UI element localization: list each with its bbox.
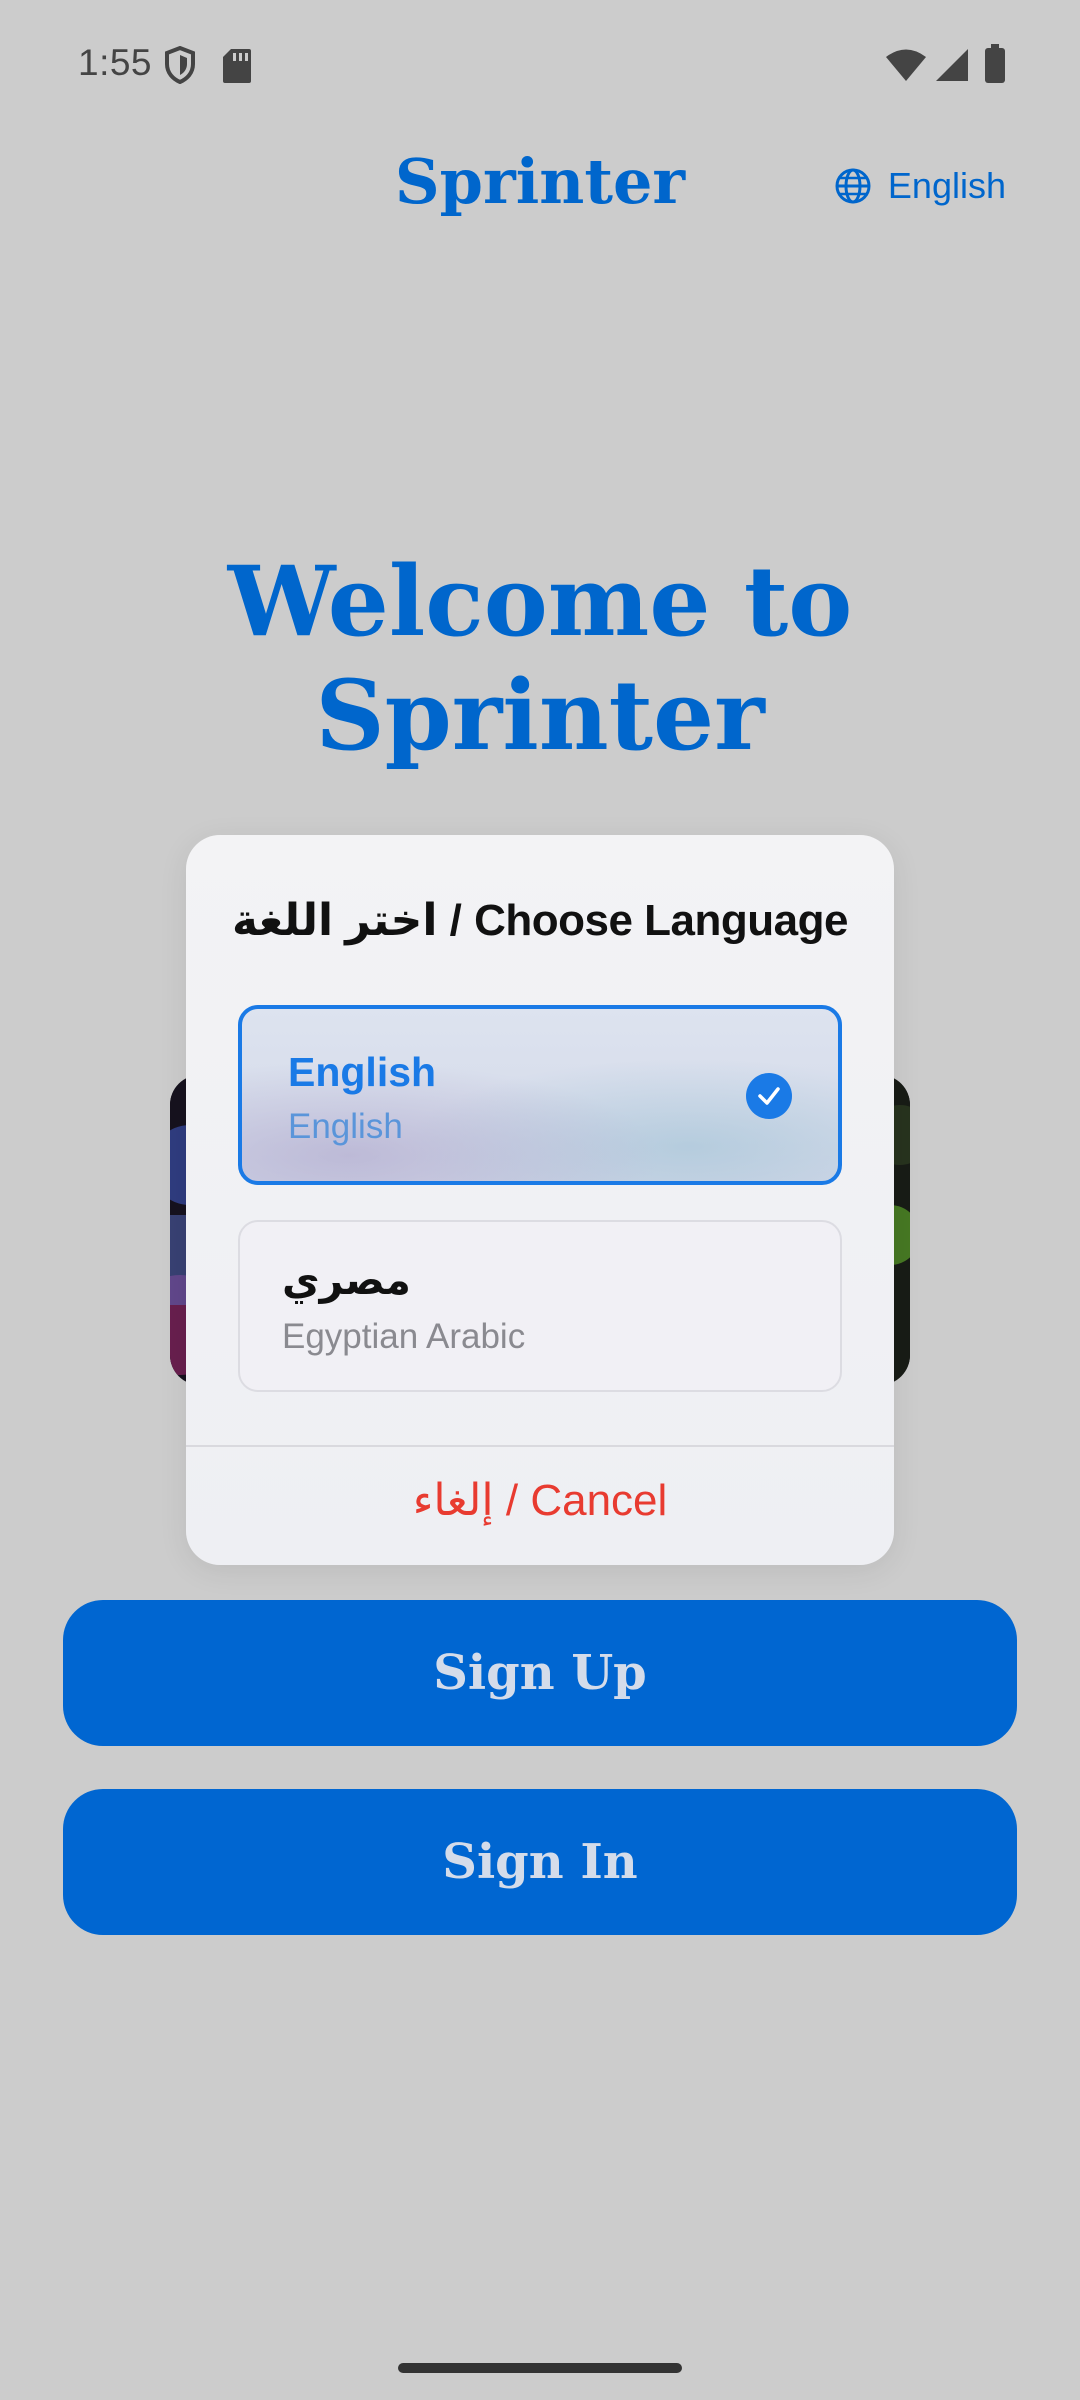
wifi-icon [886,49,926,81]
sign-up-button[interactable]: Sign Up [63,1600,1017,1746]
option-sublabel: Egyptian Arabic [282,1317,526,1356]
signal-icon [936,49,968,81]
welcome-heading: Welcome to Sprinter [0,545,1080,773]
checkmark-icon [746,1073,792,1119]
sd-card-icon [223,49,251,83]
cancel-button[interactable]: إلغاء / Cancel [186,1475,894,1526]
language-switch-button[interactable]: English [834,165,1006,207]
option-sublabel: English [288,1107,403,1146]
language-dialog: اختر اللغة / Choose Language English Eng… [186,835,894,1565]
shield-icon [165,46,195,84]
dialog-title: اختر اللغة / Choose Language [232,896,848,945]
welcome-line-1: Welcome to [227,545,853,658]
sign-in-button[interactable]: Sign In [63,1789,1017,1935]
globe-icon [835,168,871,204]
language-option-english[interactable]: English English [238,1005,842,1185]
welcome-line-2: Sprinter [315,659,765,772]
status-bar: 1:55 [0,0,1080,130]
option-label: مصري [282,1256,411,1304]
home-indicator[interactable] [398,2363,682,2373]
option-label: English [288,1049,437,1095]
dialog-divider [186,1445,894,1447]
battery-icon [985,44,1005,83]
language-option-egyptian-arabic[interactable]: مصري Egyptian Arabic [238,1220,842,1392]
status-time: 1:55 [78,42,153,83]
language-switch-label: English [887,165,1006,206]
